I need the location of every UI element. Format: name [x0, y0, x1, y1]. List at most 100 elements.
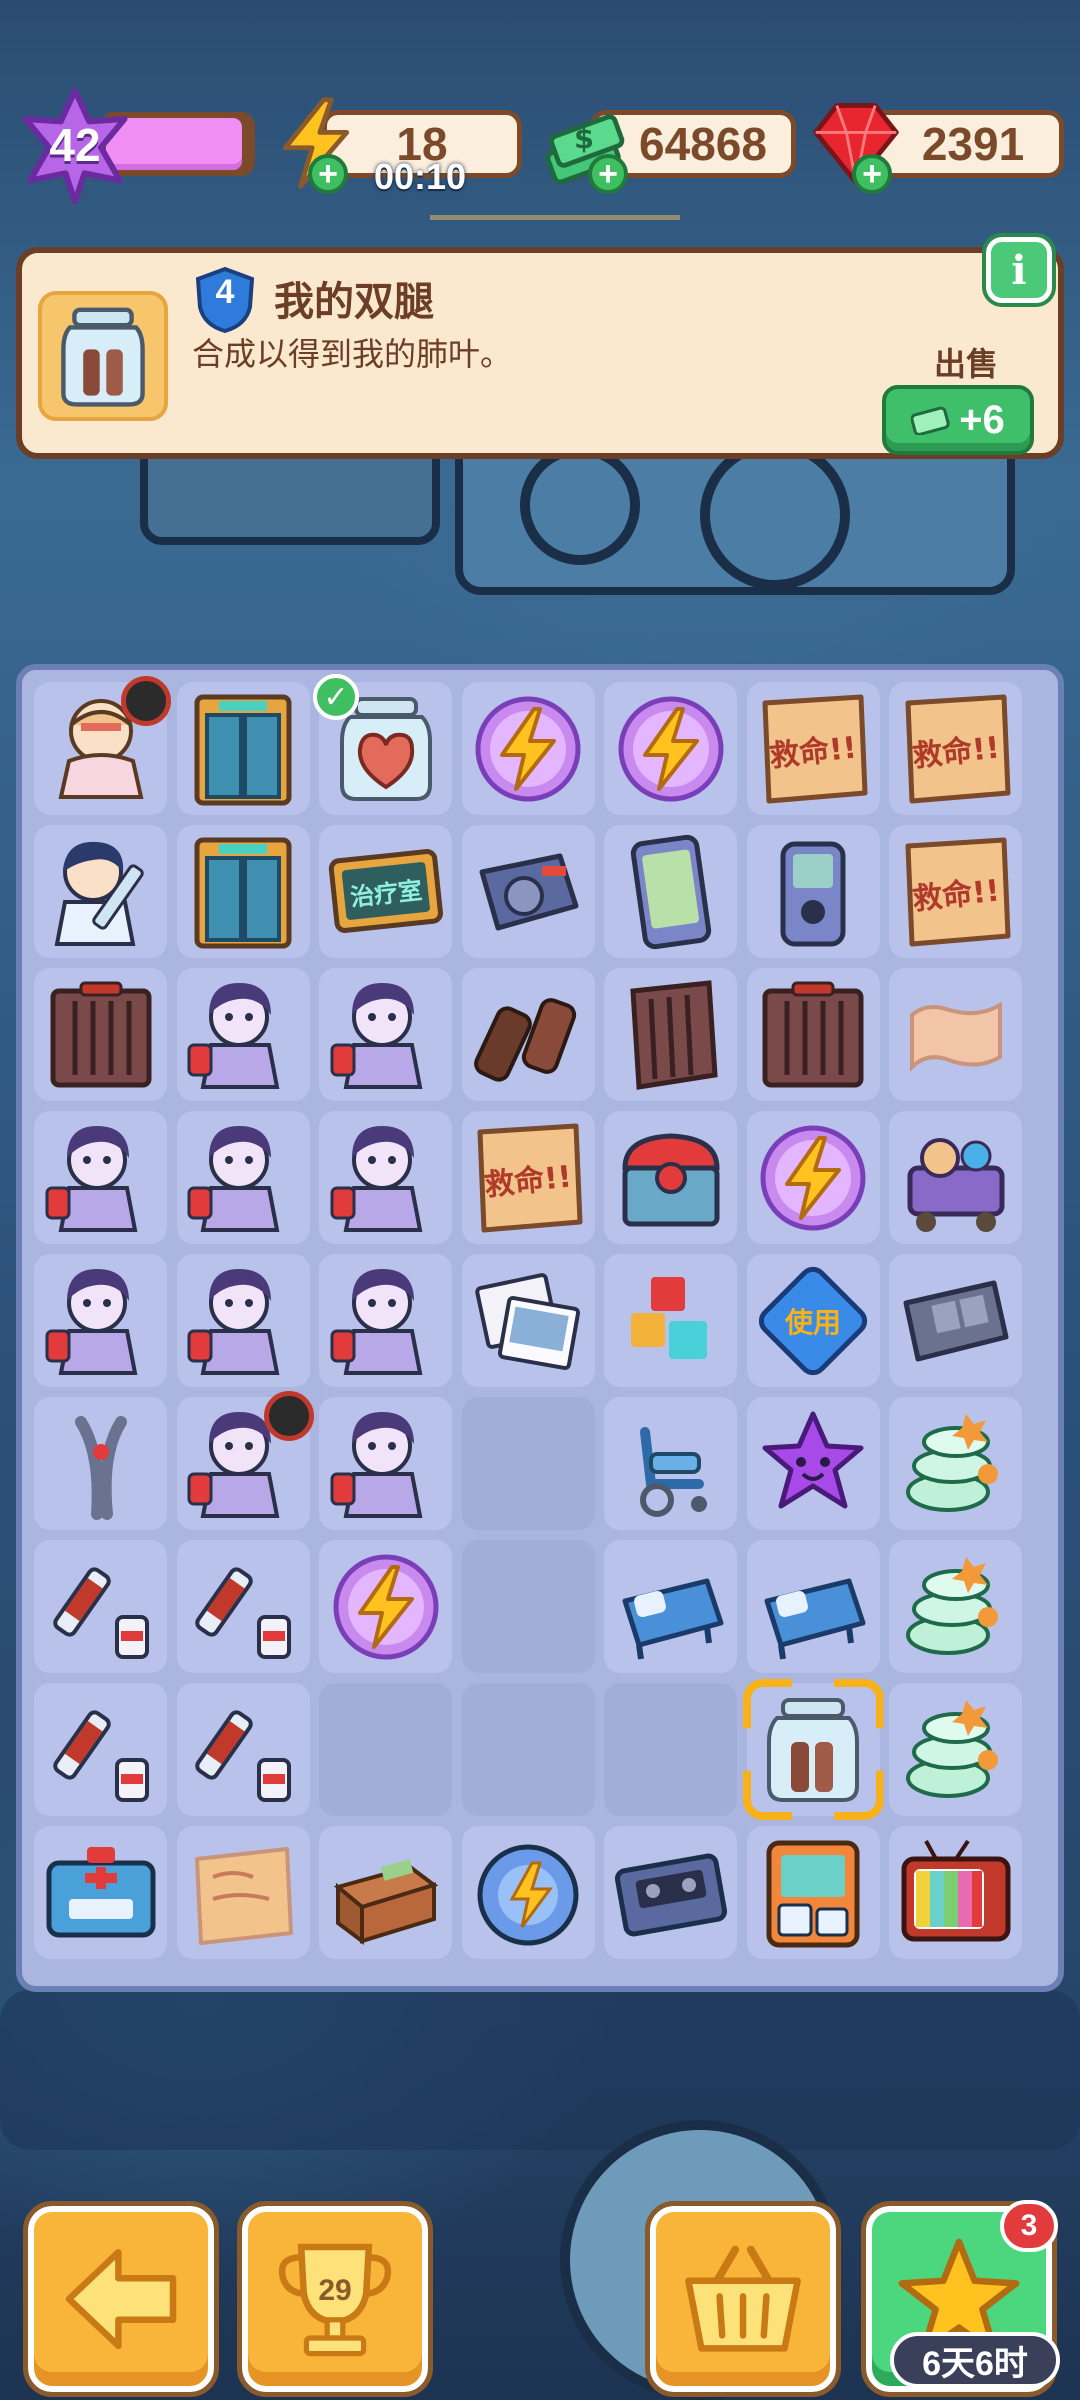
board-cell[interactable]	[319, 1397, 452, 1530]
add-gems-button[interactable]: +	[852, 154, 892, 194]
board-cell[interactable]	[889, 968, 1022, 1101]
empty-cell[interactable]	[319, 1683, 452, 1816]
board-cell[interactable]	[742, 1679, 884, 1820]
board-cell[interactable]	[176, 682, 310, 815]
board-cell[interactable]	[34, 1254, 167, 1387]
board-cell[interactable]	[461, 825, 595, 958]
timer-clock-icon	[263, 1391, 314, 1441]
svg-text:$: $	[574, 121, 594, 155]
trophy-button[interactable]: 29	[237, 2201, 433, 2397]
board-cell[interactable]	[34, 1540, 167, 1673]
board-cell[interactable]	[461, 1254, 595, 1387]
help-note-label: 救命!!	[483, 1159, 574, 1203]
board-cell[interactable]	[746, 1111, 880, 1244]
back-button[interactable]	[23, 2201, 219, 2397]
add-cash-button[interactable]: +	[588, 154, 628, 194]
empty-cell[interactable]	[461, 1397, 595, 1530]
board-cell[interactable]	[176, 1254, 310, 1387]
purple-star-icon	[762, 1411, 864, 1508]
board-cell[interactable]	[176, 1111, 310, 1244]
board-cell[interactable]	[889, 1540, 1022, 1673]
board-cell[interactable]	[746, 1540, 880, 1673]
empty-cell[interactable]	[461, 1540, 595, 1673]
board-cell[interactable]	[889, 1683, 1022, 1816]
board-cell[interactable]	[319, 1111, 452, 1244]
board-cell[interactable]	[34, 1826, 167, 1959]
elevator-icon	[194, 837, 292, 948]
trophy-count: 29	[318, 2274, 352, 2307]
board-cell[interactable]	[176, 825, 310, 958]
board-cell[interactable]	[604, 825, 737, 958]
board-cell[interactable]	[34, 676, 171, 815]
board-cell[interactable]	[604, 1254, 737, 1387]
empty-cell[interactable]	[604, 1683, 737, 1816]
pills-stack-icon	[905, 1413, 998, 1512]
board-cell[interactable]	[746, 825, 880, 958]
paper-letter-icon	[195, 1846, 293, 1945]
photos-icon	[475, 1272, 581, 1370]
board-cell[interactable]: 治疗室	[319, 825, 452, 958]
nurse-icon	[330, 1411, 422, 1518]
board-cell[interactable]	[889, 1254, 1022, 1387]
cardboard-box-icon	[333, 1858, 438, 1945]
board-cell[interactable]: 救命!!	[746, 682, 880, 815]
board-cell[interactable]	[889, 1111, 1022, 1244]
board-cell[interactable]	[604, 1540, 737, 1673]
nurse-icon	[45, 1125, 137, 1232]
board-cell[interactable]	[746, 1826, 880, 1959]
board-cell[interactable]	[746, 968, 880, 1101]
board-cell[interactable]	[34, 1111, 167, 1244]
use-ticket-label: 使用	[784, 1305, 841, 1339]
board-cell[interactable]	[319, 968, 452, 1101]
event-count-badge: 3	[1000, 2200, 1058, 2252]
board-cell[interactable]: 救命!!	[889, 682, 1022, 815]
board-cell[interactable]: 使用	[746, 1254, 880, 1387]
board-cell[interactable]	[461, 968, 595, 1101]
board-cell[interactable]	[746, 1397, 880, 1530]
board-cell[interactable]	[176, 1683, 310, 1816]
item-description: 合成以得到我的肺叶。	[192, 336, 513, 372]
board-cell[interactable]	[604, 1397, 737, 1530]
energy-orb-icon	[760, 1125, 866, 1230]
board-cell[interactable]	[604, 968, 737, 1101]
board-cell[interactable]	[34, 1683, 167, 1816]
shop-basket-button[interactable]	[645, 2201, 841, 2397]
board-cell[interactable]	[889, 1826, 1022, 1959]
add-energy-button[interactable]: +	[308, 154, 348, 194]
board-cell[interactable]	[34, 825, 167, 958]
board-cell[interactable]: ✓	[313, 674, 452, 815]
board-cell[interactable]	[176, 1826, 310, 1959]
radio-icon	[479, 853, 579, 930]
board-cell[interactable]	[889, 1397, 1022, 1530]
board-cell[interactable]: 救命!!	[461, 1111, 595, 1244]
energy-disc-icon	[477, 1844, 579, 1945]
jar-legs-thumbnail	[38, 291, 168, 421]
board-cell[interactable]	[461, 682, 595, 815]
cage-icon	[50, 981, 151, 1087]
board-cell[interactable]	[604, 1826, 737, 1959]
elevator-icon	[194, 694, 292, 805]
nurse-icon	[187, 982, 280, 1089]
pills-stack-icon	[905, 1699, 998, 1798]
board-cell[interactable]	[461, 1826, 595, 1959]
help-note-label: 救命!!	[910, 730, 1002, 774]
board-cell[interactable]	[604, 682, 737, 815]
board-cell[interactable]	[34, 968, 167, 1101]
basket-icon	[685, 2245, 801, 2352]
cash-value: 64868	[639, 118, 767, 170]
board-cell[interactable]: 救命!!	[889, 825, 1022, 958]
board-cell[interactable]	[319, 1254, 452, 1387]
info-button[interactable]: i	[982, 233, 1056, 307]
level-number: 42	[49, 119, 101, 171]
board-cell[interactable]	[319, 1826, 452, 1959]
board-cell[interactable]	[319, 1540, 452, 1673]
board-cell[interactable]	[176, 1391, 314, 1530]
sell-button[interactable]: +6	[882, 385, 1034, 455]
board-cell[interactable]	[604, 1111, 737, 1244]
board-cell[interactable]	[34, 1397, 167, 1530]
board-cell[interactable]	[176, 968, 310, 1101]
empty-cell[interactable]	[461, 1683, 595, 1816]
board-cell[interactable]	[176, 1540, 310, 1673]
syringe-vial-icon	[195, 1709, 291, 1802]
gem-value: 2391	[921, 118, 1025, 170]
